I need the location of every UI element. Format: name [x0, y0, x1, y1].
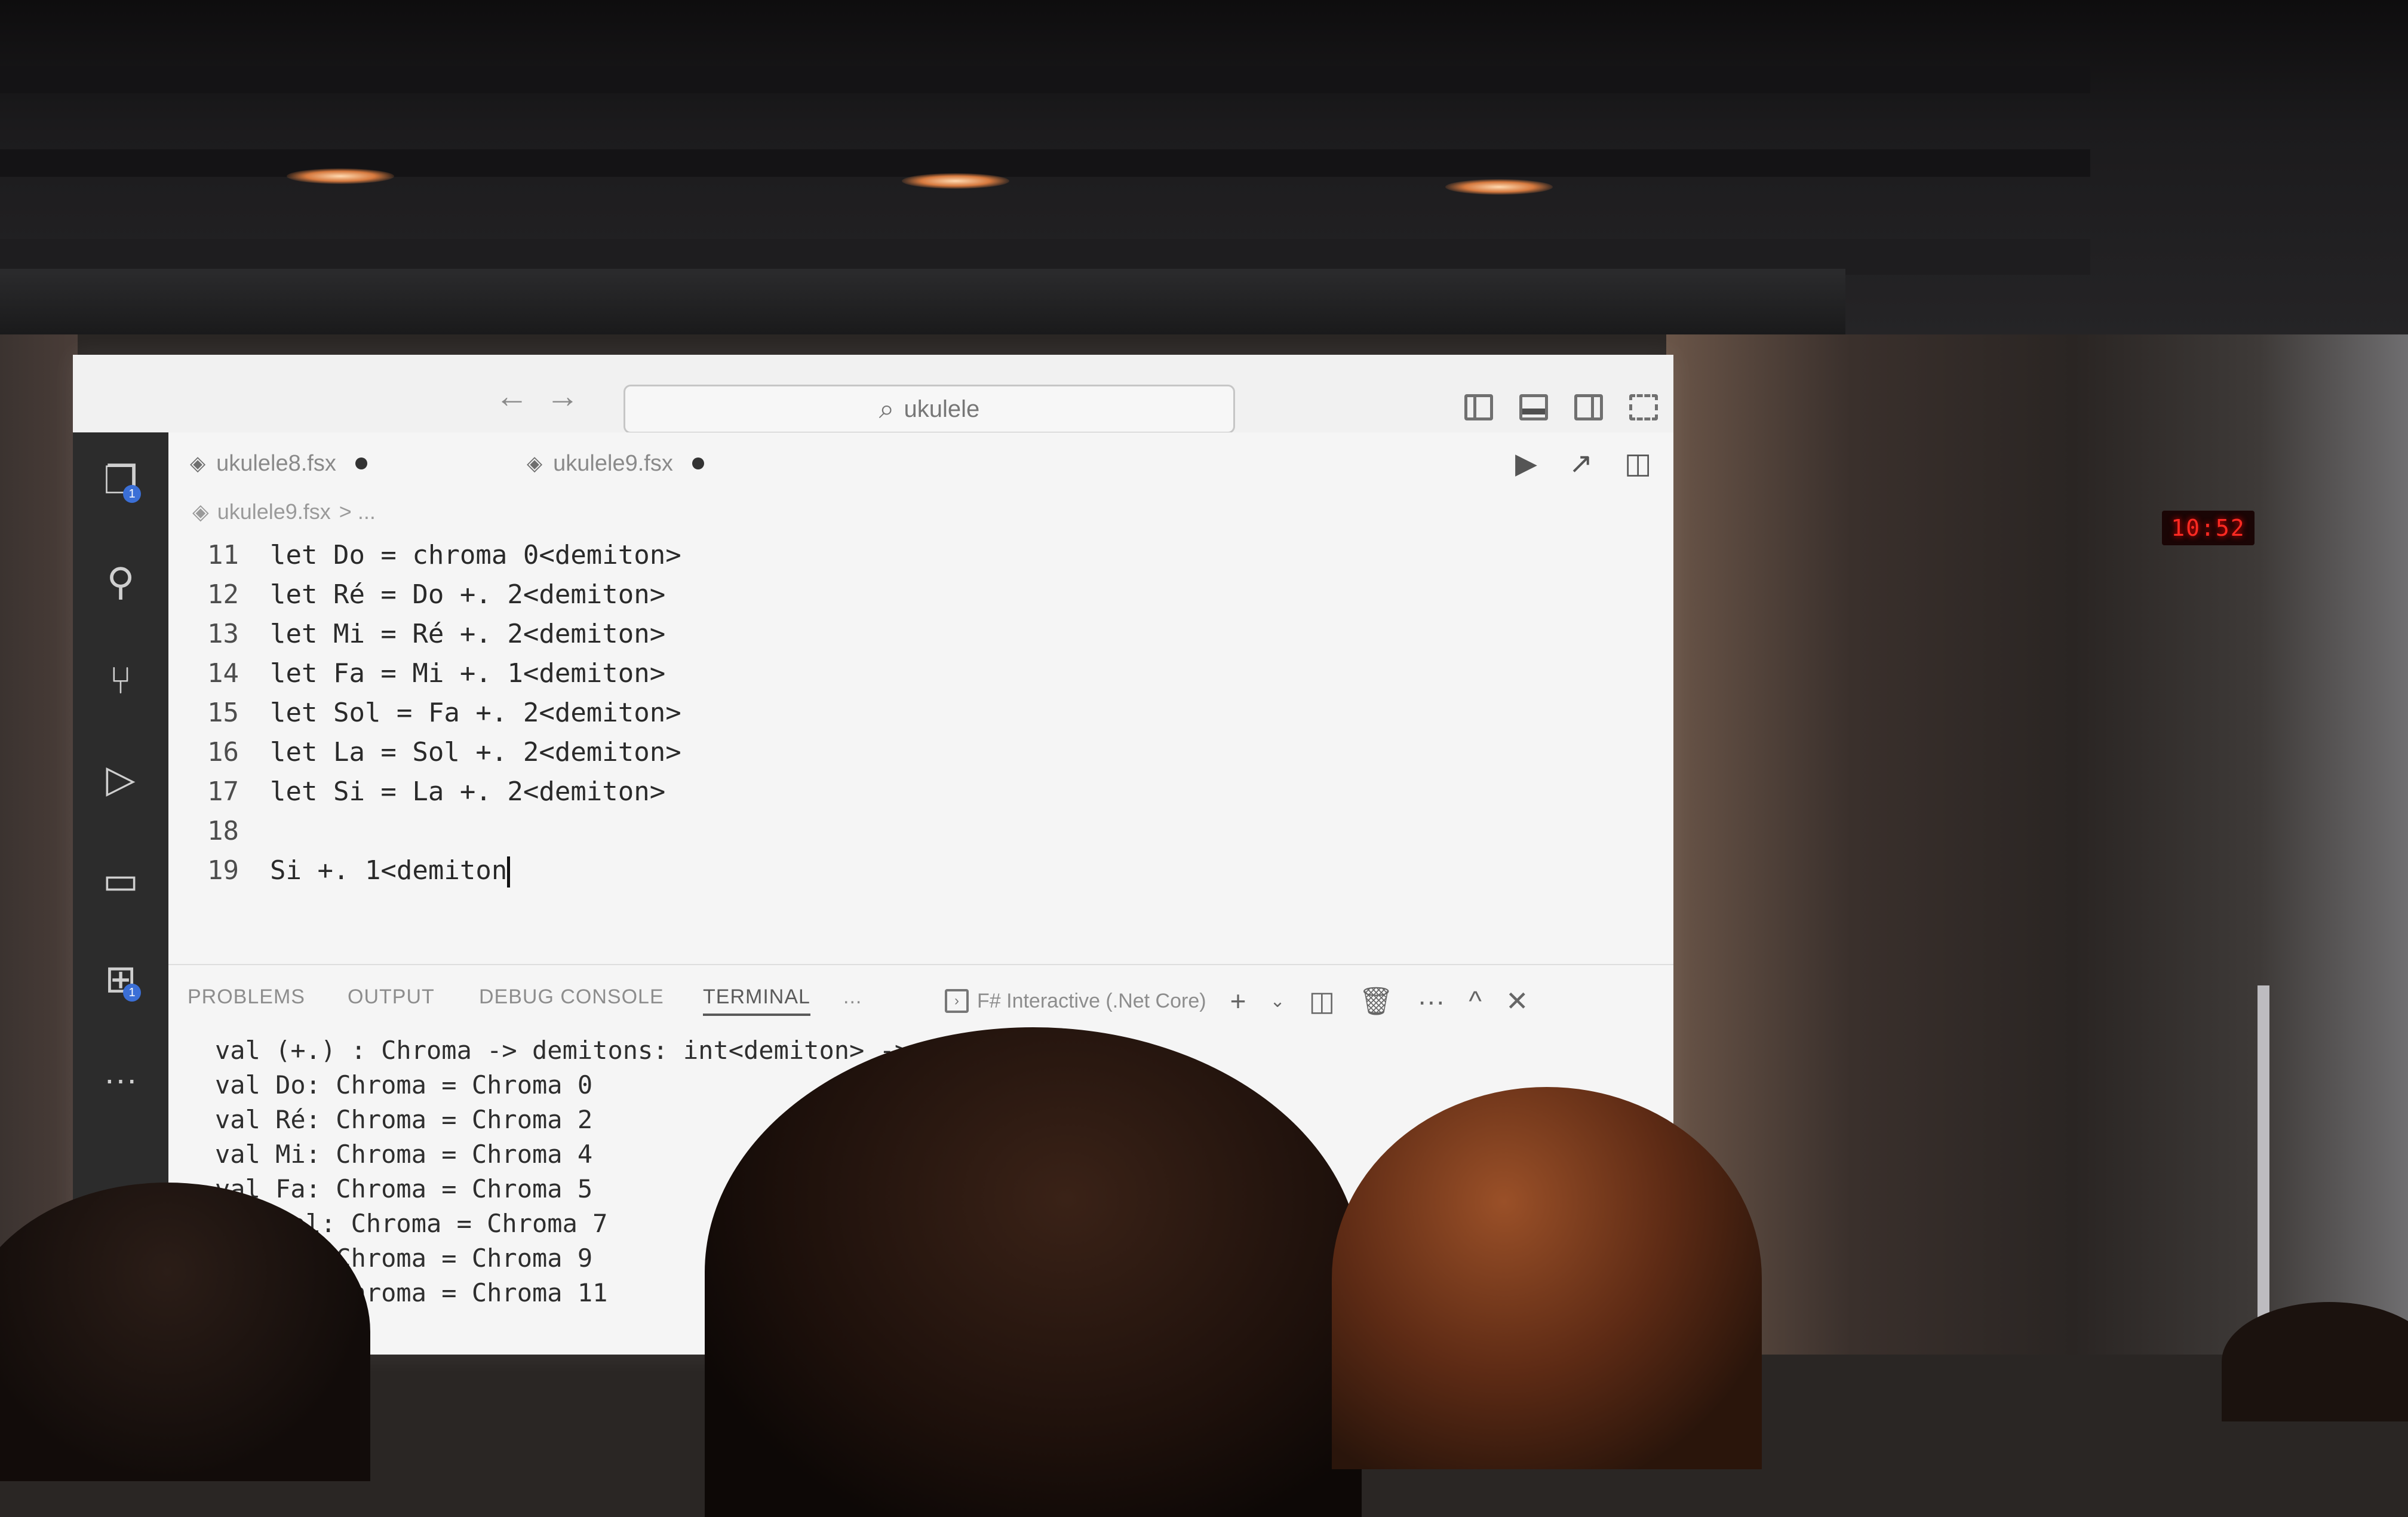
split-terminal-icon[interactable]: ◫ [1309, 985, 1335, 1017]
line-number: 12 [207, 579, 239, 610]
code-text: let Ré = Do +. 2<demiton> [270, 579, 666, 610]
line-number: 13 [207, 619, 239, 649]
command-center-search[interactable]: ⌕ ukulele [624, 385, 1235, 434]
explorer-badge: 1 [123, 485, 141, 503]
toggle-secondary-sidebar-icon[interactable] [1574, 394, 1603, 420]
terminal-selector[interactable]: › F# Interactive (.Net Core) [945, 989, 1206, 1013]
unsaved-dot-icon[interactable] [692, 457, 704, 469]
tab-debug-console[interactable]: DEBUG CONSOLE [479, 985, 664, 1009]
audience-head [1332, 1087, 1762, 1469]
tab-ukulele8[interactable]: ◈ ukulele8.fsx [190, 447, 367, 480]
fsharp-file-icon: ◈ [527, 452, 543, 475]
line-number: 15 [207, 698, 239, 728]
line-number: 18 [207, 816, 239, 846]
code-line: 16 let La = Sol +. 2<demiton> [168, 737, 1542, 776]
new-terminal-icon[interactable]: + [1230, 985, 1246, 1017]
tab-problems[interactable]: PROBLEMS [188, 985, 305, 1009]
line-number: 17 [207, 776, 239, 807]
terminal-icon: › [945, 989, 969, 1013]
breadcrumb-separator: > ... [339, 499, 376, 524]
audience-head [705, 1027, 1362, 1517]
code-line: 13 let Mi = Ré +. 2<demiton> [168, 619, 1542, 658]
run-debug-icon[interactable]: ▷ [97, 755, 145, 803]
terminal-line: val Mi: Chroma = Chroma 4 [215, 1140, 593, 1169]
ceiling-beam [0, 66, 2090, 93]
forward-arrow-icon[interactable]: → [542, 376, 583, 415]
more-icon[interactable]: ··· [1417, 985, 1445, 1017]
code-text: let La = Sol +. 2<demiton> [270, 737, 681, 767]
line-number: 19 [207, 855, 239, 886]
trash-icon[interactable]: 🗑 [1359, 985, 1393, 1018]
close-panel-icon[interactable]: ✕ [1506, 985, 1529, 1017]
terminal-line: val (+.) : Chroma -> demitons: int<demit… [215, 1036, 940, 1065]
extensions-icon[interactable]: ⊞ 1 [97, 955, 145, 1003]
code-text: let Do = chroma 0<demiton> [270, 540, 681, 570]
code-line: 18 [168, 816, 1542, 855]
ceiling-light [287, 168, 394, 184]
ceiling-light [902, 173, 1009, 189]
code-line: 17 let Si = La +. 2<demiton> [168, 776, 1542, 816]
code-text: let Sol = Fa +. 2<demiton> [270, 698, 681, 728]
run-icon[interactable]: ▶ [1515, 447, 1537, 480]
toggle-primary-sidebar-icon[interactable] [1464, 394, 1493, 420]
title-bar: ← → ⌕ ukulele [73, 355, 1673, 434]
maximize-panel-icon[interactable]: ^ [1469, 985, 1482, 1017]
unsaved-dot-icon[interactable] [355, 457, 367, 469]
panel-more-tabs[interactable]: ... [843, 985, 862, 1009]
code-line: 12 let Ré = Do +. 2<demiton> [168, 579, 1542, 619]
git-branch-icon[interactable]: ⑂ [97, 656, 145, 704]
tab-terminal[interactable]: TERMINAL [703, 985, 810, 1016]
line-number: 14 [207, 658, 239, 689]
panel-actions: › F# Interactive (.Net Core) + ⌄ ◫ 🗑 ···… [945, 983, 1529, 1019]
terminal-line: val Ré: Chroma = Chroma 2 [215, 1105, 593, 1134]
code-text: let Fa = Mi +. 1<demiton> [270, 658, 666, 689]
fsharp-file-icon: ◈ [190, 452, 206, 475]
stair-rail [2258, 985, 2269, 1356]
send-icon[interactable]: ↗ [1569, 447, 1593, 480]
search-icon: ⌕ [879, 393, 895, 424]
wall-right [1666, 334, 2408, 1355]
breadcrumb-file[interactable]: ukulele9.fsx [217, 499, 331, 524]
chevron-down-icon[interactable]: ⌄ [1270, 991, 1285, 1012]
fsharp-file-icon: ◈ [192, 499, 209, 524]
tab-label: ukulele9.fsx [553, 450, 673, 476]
tab-label: ukulele8.fsx [216, 450, 336, 476]
command-center-text: ukulele [904, 395, 980, 422]
code-line: 15 let Sol = Fa +. 2<demiton> [168, 698, 1542, 737]
code-text: let Mi = Ré +. 2<demiton> [270, 619, 666, 649]
wall-left [0, 334, 78, 1355]
terminal-line: val Do: Chroma = Chroma 0 [215, 1070, 593, 1100]
terminal-name: F# Interactive (.Net Core) [977, 989, 1206, 1012]
tab-ukulele9[interactable]: ◈ ukulele9.fsx [527, 447, 704, 480]
tab-output[interactable]: OUTPUT [348, 985, 435, 1009]
toggle-panel-icon[interactable] [1519, 394, 1548, 420]
more-icon[interactable]: ··· [97, 1060, 145, 1098]
remote-explorer-icon[interactable]: ▭ [97, 856, 145, 904]
breadcrumb: ◈ ukulele9.fsx > ... [192, 499, 376, 524]
projector-screen-housing [0, 269, 1845, 334]
files-icon[interactable]: ❐ 1 [97, 456, 145, 504]
code-line: 11 let Do = chroma 0<demiton> [168, 540, 1542, 579]
text-caret [507, 856, 511, 888]
customize-layout-icon[interactable] [1629, 394, 1658, 420]
led-clock: 10:52 [2162, 511, 2255, 545]
code-text: Si +. 1<demiton [270, 855, 508, 886]
code-text-current: Si +. 1<demiton [270, 855, 511, 888]
extensions-badge: 1 [123, 984, 141, 1002]
line-number: 16 [207, 737, 239, 767]
line-number: 11 [207, 540, 239, 570]
split-editor-icon[interactable]: ◫ [1624, 447, 1651, 480]
panel-tabs: PROBLEMS OUTPUT DEBUG CONSOLE TERMINAL .… [168, 965, 1673, 1019]
ceiling-light [1445, 179, 1553, 195]
editor-tabs: ◈ ukulele8.fsx ◈ ukulele9.fsx ▶ ↗ ◫ ··· [168, 432, 1673, 486]
back-arrow-icon[interactable]: ← [491, 376, 533, 415]
code-line: 14 let Fa = Mi +. 1<demiton> [168, 658, 1542, 698]
code-line: 19 Si +. 1<demiton [168, 855, 1542, 895]
code-text: let Si = La +. 2<demiton> [270, 776, 666, 807]
search-icon[interactable]: ⚲ [97, 558, 145, 606]
